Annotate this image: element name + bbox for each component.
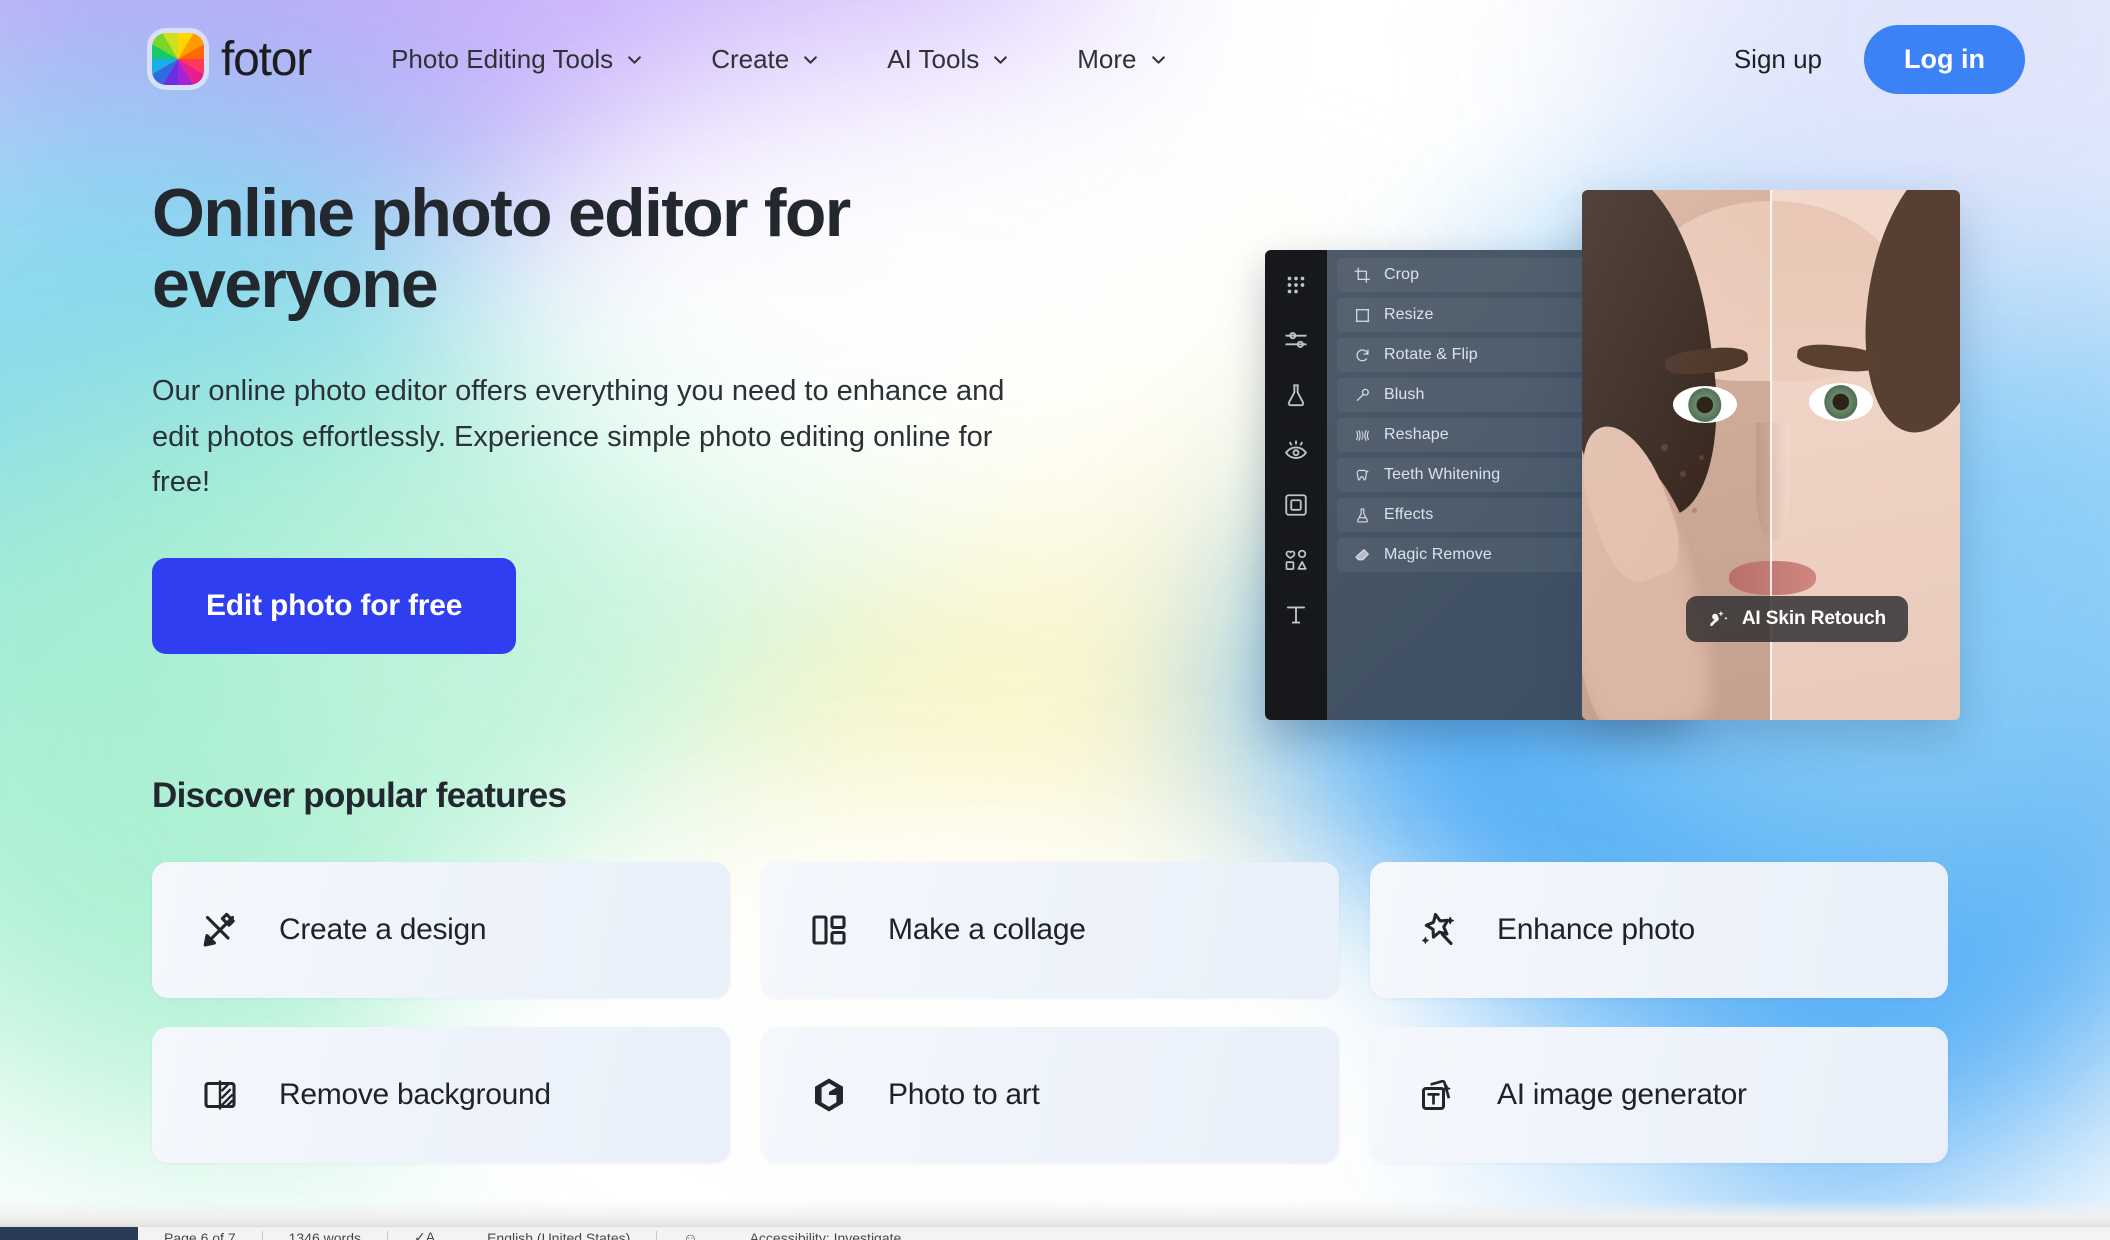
feature-card-enhance-photo[interactable]: Enhance photo [1370, 862, 1948, 998]
features-grid: Create a design Make a collage Enhance p… [152, 862, 1972, 1163]
site-header: fotor Photo Editing Tools Create AI Tool… [0, 0, 2110, 118]
eraser-icon [1354, 547, 1371, 564]
hero-subtitle: Our online photo editor offers everythin… [152, 374, 1005, 499]
menu-item-label: Effects [1384, 506, 1434, 523]
editor-preview-mockup: Crop Resize Rotate & Flip Blush Reshape … [1265, 190, 1960, 720]
retouch-eye-icon[interactable] [1283, 437, 1309, 463]
page-title: Online photo editor for everyone [152, 175, 851, 323]
chevron-down-icon [1150, 51, 1167, 68]
resize-icon [1354, 307, 1371, 324]
frame-border-icon[interactable] [1283, 492, 1309, 518]
brand-name: fotor [221, 32, 312, 86]
nav-label: More [1077, 43, 1137, 74]
status-language[interactable]: English (United States) [461, 1230, 656, 1240]
rainbow-color-wheel-icon [152, 33, 204, 85]
feature-card-remove-background[interactable]: Remove background [152, 1027, 730, 1163]
edit-photo-for-free-button[interactable]: Edit photo for free [152, 558, 517, 655]
chevron-down-icon [626, 51, 643, 68]
nav-label: AI Tools [887, 43, 980, 74]
main-navigation: Photo Editing Tools Create AI Tools More [391, 44, 1166, 75]
accessibility-icon: ☺ [683, 1229, 698, 1240]
background-remove-icon [198, 1073, 242, 1117]
sign-up-link[interactable]: Sign up [1734, 44, 1822, 75]
feature-label: Remove background [279, 1078, 551, 1111]
magic-wand-sparkle-icon [1708, 608, 1730, 630]
reshape-icon [1354, 427, 1371, 444]
magic-wand-star-icon [1416, 908, 1460, 952]
chevron-down-icon [802, 51, 819, 68]
menu-item-label: Resize [1384, 306, 1434, 323]
nav-label: Photo Editing Tools [391, 43, 614, 74]
status-accessibility[interactable]: Accessibility: Investigate [724, 1230, 928, 1240]
hexagon-g-icon [807, 1073, 851, 1117]
grid-dots-icon[interactable] [1283, 272, 1309, 298]
background-document-edge [0, 1200, 2110, 1226]
log-in-button[interactable]: Log in [1864, 24, 2025, 94]
status-word-count[interactable]: 1346 words [263, 1230, 387, 1240]
feature-card-photo-to-art[interactable]: Photo to art [761, 1027, 1339, 1163]
popular-features-section: Discover popular features Create a desig… [152, 776, 1972, 1163]
feature-card-make-a-collage[interactable]: Make a collage [761, 862, 1339, 998]
rotate-icon [1354, 347, 1371, 364]
header-actions: Sign up Log in [1734, 24, 2025, 94]
adjust-sliders-icon[interactable] [1283, 327, 1309, 353]
document-status-bar: Page 6 of 7 1346 words ✓A English (Unite… [0, 1226, 2110, 1240]
proofing-icon: ✓A [414, 1229, 436, 1240]
shapes-elements-icon[interactable] [1283, 547, 1309, 573]
collage-layout-icon [807, 908, 851, 952]
feature-card-ai-image-generator[interactable]: AI image generator [1370, 1027, 1948, 1163]
nav-label: Create [711, 43, 790, 74]
tooth-icon [1354, 467, 1371, 484]
nav-item-more[interactable]: More [1077, 44, 1166, 75]
editor-tool-rail [1265, 250, 1327, 720]
badge-label: AI Skin Retouch [1741, 608, 1886, 629]
pencil-ruler-icon [198, 908, 242, 952]
feature-card-create-a-design[interactable]: Create a design [152, 862, 730, 998]
menu-item-label: Rotate & Flip [1384, 346, 1478, 363]
effects-icon [1354, 507, 1371, 524]
blush-icon [1354, 387, 1371, 404]
text-tool-icon[interactable] [1283, 602, 1309, 628]
feature-label: AI image generator [1497, 1078, 1747, 1111]
status-page-indicator[interactable]: Page 6 of 7 [138, 1230, 262, 1240]
nav-item-ai-tools[interactable]: AI Tools [887, 44, 1009, 75]
feature-label: Enhance photo [1497, 913, 1695, 946]
feature-label: Photo to art [888, 1078, 1040, 1111]
feature-label: Make a collage [888, 913, 1086, 946]
menu-item-label: Blush [1384, 386, 1425, 403]
text-cards-sparkle-icon [1416, 1073, 1460, 1117]
features-heading: Discover popular features [152, 776, 567, 815]
menu-item-label: Reshape [1384, 426, 1449, 443]
menu-item-label: Crop [1384, 266, 1420, 283]
menu-item-label: Teeth Whitening [1384, 466, 1501, 483]
beaker-effects-icon[interactable] [1283, 382, 1309, 408]
crop-icon [1354, 267, 1371, 284]
hero-section: Online photo editor for everyone Our onl… [152, 175, 1132, 655]
background-app-statusbar-clip: Page 6 of 7 1346 words ✓A English (Unite… [0, 1226, 2110, 1240]
chevron-down-icon [992, 51, 1009, 68]
ai-skin-retouch-badge[interactable]: AI Skin Retouch [1685, 596, 1908, 642]
nav-item-photo-editing-tools[interactable]: Photo Editing Tools [391, 44, 643, 75]
feature-label: Create a design [279, 913, 487, 946]
brand-logo[interactable]: fotor [152, 32, 312, 87]
menu-item-label: Magic Remove [1384, 546, 1492, 563]
nav-item-create[interactable]: Create [711, 44, 819, 75]
status-bar-accent [0, 1227, 138, 1240]
